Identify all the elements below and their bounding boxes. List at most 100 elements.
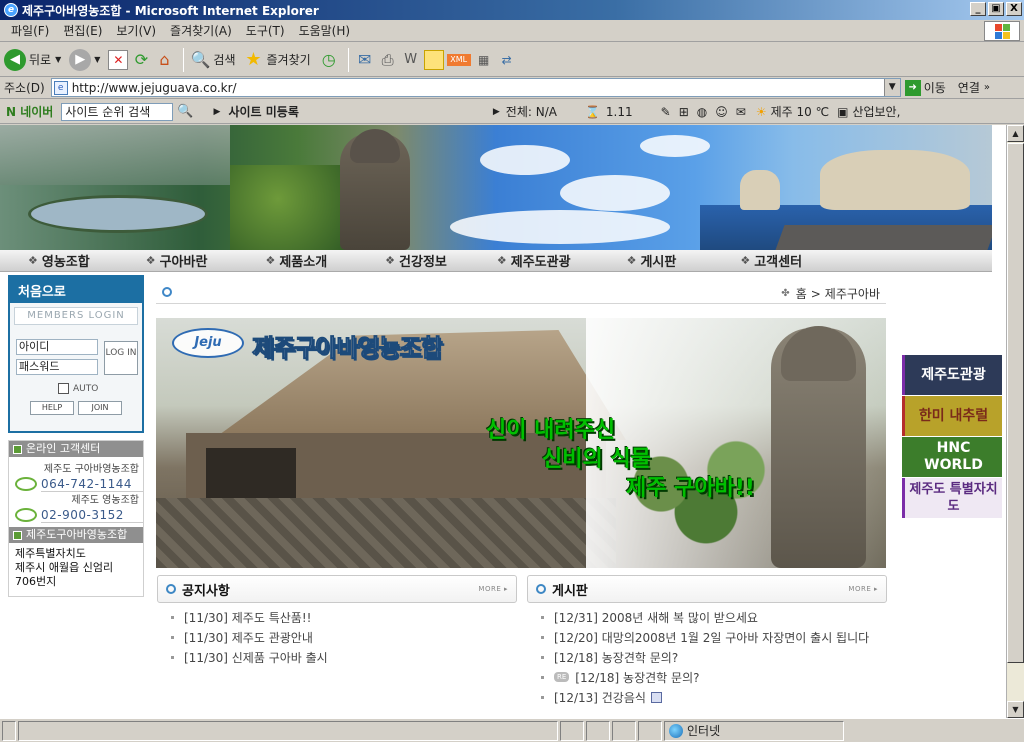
board-link[interactable]: [12/18] 농장견학 문의? xyxy=(554,649,678,666)
xml-icon[interactable]: XML xyxy=(446,53,471,66)
banner-jeju-tour[interactable]: 제주도관광 xyxy=(902,355,1002,395)
board-link[interactable]: [12/31] 2008년 새해 복 많이 받으세요 xyxy=(554,609,758,626)
login-button[interactable]: LOG IN xyxy=(104,341,138,375)
naver-search-input[interactable]: 사이트 순위 검색 xyxy=(61,102,174,121)
history-icon[interactable]: ◷ xyxy=(319,50,339,70)
naver-logo[interactable]: N 네이버 xyxy=(6,103,53,120)
menu-tools[interactable]: 도구(T) xyxy=(239,22,292,39)
menu-favorites[interactable]: 즐겨찾기(A) xyxy=(163,22,239,39)
nav-item-health[interactable]: ❖ 건강정보 xyxy=(385,251,447,270)
slogan-line: 신이 내려주신 xyxy=(486,418,616,443)
scroll-thumb[interactable] xyxy=(1007,143,1024,663)
nav-item-support[interactable]: ❖ 고객센터 xyxy=(740,251,802,270)
nav-item-farm[interactable]: ❖ 영농조합 xyxy=(28,251,90,270)
banner-jeju-special[interactable]: 제주도 특별자치도 xyxy=(902,478,1002,518)
search-button[interactable]: 🔍 검색 xyxy=(190,50,235,70)
notice-link[interactable]: [11/30] 제주도 관광안내 xyxy=(184,629,313,646)
diamond-icon: ❖ xyxy=(265,254,276,267)
back-arrow-icon: ◀ xyxy=(4,48,26,71)
menu-view[interactable]: 보기(V) xyxy=(109,22,163,39)
crater-lake xyxy=(28,195,208,233)
list-item[interactable]: [12/20] 대망의2008년 1월 2일 구아바 자장면이 출시 됩니다 xyxy=(541,627,887,647)
list-item[interactable]: [12/13] 건강음식 xyxy=(541,687,887,707)
home-icon[interactable]: ⌂ xyxy=(154,50,174,70)
mail-icon[interactable]: ✉ xyxy=(355,50,375,70)
list-item[interactable]: [12/31] 2008년 새해 복 많이 받으세요 xyxy=(541,607,887,627)
status-cell xyxy=(560,720,584,741)
maximize-button[interactable]: ▣ xyxy=(988,2,1004,16)
address-bar: 주소(D) e http://www.jejuguava.co.kr/ ▼ ➜ … xyxy=(0,77,1024,99)
pen-icon[interactable]: ✎ xyxy=(661,105,671,119)
auto-login[interactable]: AUTO xyxy=(58,383,98,394)
join-button[interactable]: JOIN xyxy=(78,401,122,415)
menu-edit[interactable]: 편집(E) xyxy=(56,22,109,39)
go-button[interactable]: ➜ 이동 xyxy=(904,79,946,96)
menu-help[interactable]: 도움말(H) xyxy=(292,22,358,39)
toolbar-separator xyxy=(183,47,185,72)
nav-item-tour[interactable]: ❖ 제주도관광 xyxy=(497,251,571,270)
mail-icon[interactable]: ✉ xyxy=(736,105,746,119)
address-input[interactable]: e http://www.jejuguava.co.kr/ ▼ xyxy=(50,78,901,97)
nav-item-products[interactable]: ❖ 제품소개 xyxy=(265,251,327,270)
scroll-down-button[interactable]: ▼ xyxy=(1007,701,1024,718)
tool-icon[interactable]: ⊞ xyxy=(679,105,689,119)
more-button[interactable]: MORE ▸ xyxy=(478,585,508,593)
board-link[interactable]: [12/18] 농장견학 문의? xyxy=(575,669,699,686)
search-icon[interactable]: 🔍 xyxy=(177,104,193,119)
board-title: 게시판 xyxy=(552,583,588,599)
auto-login-checkbox[interactable] xyxy=(58,383,69,394)
header-banner-image xyxy=(0,125,992,250)
notice-link[interactable]: [11/30] 신제품 구아바 출시 xyxy=(184,649,328,666)
slogan-line: 제주 구아바!! xyxy=(626,476,755,501)
password-field[interactable]: 패스워드 xyxy=(16,359,98,375)
menu-file[interactable]: 파일(F) xyxy=(4,22,56,39)
close-button[interactable]: X xyxy=(1006,2,1022,16)
nav-label: 건강정보 xyxy=(399,255,447,270)
list-item[interactable]: [12/18] 농장견학 문의? xyxy=(541,647,887,667)
note-icon[interactable] xyxy=(423,49,444,70)
breadcrumb-home[interactable]: 홈 xyxy=(796,285,807,302)
edit-icon[interactable]: W xyxy=(401,50,421,70)
banner-hnc-world[interactable]: HNC WORLD xyxy=(902,437,1002,477)
minimize-button[interactable]: _ xyxy=(970,2,986,16)
circle-icon xyxy=(166,584,176,594)
back-button[interactable]: ◀ 뒤로 ▼ xyxy=(4,48,61,71)
cs-header: 온라인 고객센터 xyxy=(9,441,143,457)
people-icon[interactable]: ☺ xyxy=(715,105,728,119)
list-item[interactable]: [11/30] 제주도 특산품!! xyxy=(171,607,517,627)
new-post-icon xyxy=(650,691,662,703)
print-icon[interactable]: ⎙ xyxy=(378,50,398,70)
list-item[interactable]: RE [12/18] 농장견학 문의? xyxy=(541,667,887,687)
refresh-icon[interactable]: ⟳ xyxy=(131,50,151,70)
research-icon[interactable]: ▦ xyxy=(474,50,494,70)
favorites-button[interactable]: ★ 즐겨찾기 xyxy=(244,49,310,70)
forward-button[interactable]: ▶ ▼ xyxy=(69,48,100,71)
globe-icon[interactable]: ◍ xyxy=(697,105,707,119)
cs-org1: 제주도 구아바영농조합 xyxy=(43,464,139,475)
list-item[interactable]: [11/30] 신제품 구아바 출시 xyxy=(171,647,517,667)
cs-title: 온라인 고객센터 xyxy=(26,442,101,455)
list-item[interactable]: [11/30] 제주도 관광안내 xyxy=(171,627,517,647)
square-icon xyxy=(13,444,22,454)
star-icon: ★ xyxy=(245,49,262,70)
cloud xyxy=(640,135,710,157)
stop-icon[interactable]: ✕ xyxy=(108,49,129,70)
dropdown-arrow-icon[interactable]: ▼ xyxy=(883,79,900,96)
banner-hanmi-natural[interactable]: 한미 내추럴 xyxy=(902,396,1002,436)
messenger-icon[interactable]: ⇄ xyxy=(497,50,517,70)
links-button[interactable]: 연결 xyxy=(958,79,980,96)
board-link[interactable]: [12/13] 건강음식 xyxy=(554,689,646,706)
board-link[interactable]: [12/20] 대망의2008년 1월 2일 구아바 자장면이 출시 됩니다 xyxy=(554,629,869,646)
scroll-up-button[interactable]: ▲ xyxy=(1007,125,1024,142)
vertical-scrollbar[interactable]: ▲ ▼ xyxy=(1006,125,1024,718)
site-register-label[interactable]: 사이트 미등록 xyxy=(228,103,298,120)
nav-item-board[interactable]: ❖ 게시판 xyxy=(627,251,677,270)
help-button[interactable]: HELP xyxy=(30,401,74,415)
id-field[interactable]: 아이디 xyxy=(16,339,98,355)
home-button[interactable]: 처음으로 xyxy=(8,275,144,303)
notice-link[interactable]: [11/30] 제주도 특산품!! xyxy=(184,609,311,626)
chevron-right-icon[interactable]: » xyxy=(984,82,990,93)
nav-item-guava[interactable]: ❖ 구아바란 xyxy=(146,251,208,270)
breadcrumb-current: 제주구아바 xyxy=(824,287,880,301)
more-button[interactable]: MORE ▸ xyxy=(848,585,878,593)
